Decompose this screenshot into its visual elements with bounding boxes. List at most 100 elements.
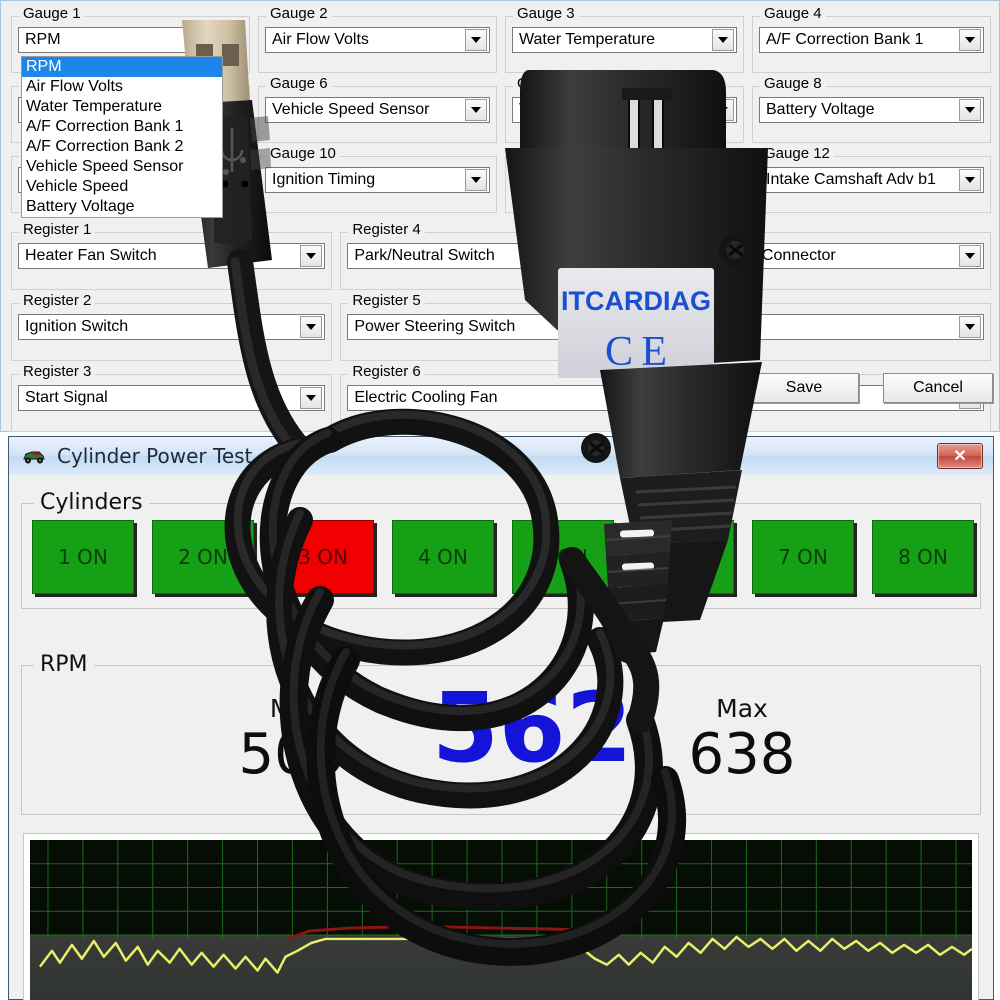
cylinder-4-button[interactable]: 4 ON [392,520,494,594]
chevron-down-icon[interactable] [959,29,981,51]
gauge-12-combobox[interactable]: Intake Camshaft Adv b1 [759,167,984,193]
register-4-combobox[interactable]: Park/Neutral Switch [347,243,655,269]
chevron-down-icon[interactable] [959,169,981,191]
gauge-4-label: Gauge 4 [760,6,826,22]
register-2-label: Register 2 [19,293,96,309]
register-1-group: Register 1 Heater Fan Switch [11,222,333,290]
rpm-readout: Min 500 562 Max 638 [22,666,980,814]
register-5-value: Power Steering Switch [354,318,516,335]
gauge-settings-window: Gauge 1 RPM Gauge 2 Air Flow Volts Gauge… [0,0,1000,432]
register-2-combobox[interactable]: Ignition Switch [18,314,326,340]
gauge-7-label: Gauge 7 [513,76,579,92]
register-7-value: Test Mode Connector [683,247,836,264]
gauge-1-combobox[interactable]: RPM [18,27,243,53]
gauge-1-dropdown-list[interactable]: RPM Air Flow Volts Water Temperature A/F… [21,56,223,218]
window-title: Cylinder Power Test [57,444,253,468]
gauge-11-value: Intake Air Temperature [519,171,680,188]
gauge-8-value: Battery Voltage [766,101,875,118]
rpm-max-value: 638 [688,722,796,787]
rpm-min-block: Min 500 [192,694,392,787]
chevron-down-icon[interactable] [959,99,981,121]
gauge-6-value: Vehicle Speed Sensor [272,101,430,118]
gauge-2-combobox[interactable]: Air Flow Volts [265,27,490,53]
gauge-10-label: Gauge 10 [266,146,340,162]
chevron-down-icon[interactable] [300,316,323,338]
rpm-current-block: 562 [432,676,632,780]
gauge-3-label: Gauge 3 [513,6,579,22]
gauge-4-combobox[interactable]: A/F Correction Bank 1 [759,27,984,53]
register-8-group: Register 8 A/C Switch [669,293,991,361]
dropdown-option-vehicle-speed[interactable]: Vehicle Speed [22,177,222,197]
gauge-7-combobox[interactable]: Vehicle Speed [512,97,737,123]
settings-button-row: Save Cancel [1,373,1000,407]
cylinder-2-button[interactable]: 2 ON [152,520,254,594]
gauge-6-combobox[interactable]: Vehicle Speed Sensor [265,97,490,123]
rpm-max-label: Max [716,694,768,723]
register-8-value: A/C Switch [683,318,762,335]
rpm-graph-panel [23,833,979,1000]
chevron-down-icon[interactable] [712,29,734,51]
gauge-10-combobox[interactable]: Ignition Timing [265,167,490,193]
screenshot-root: Gauge 1 RPM Gauge 2 Air Flow Volts Gauge… [0,0,1000,1000]
chevron-down-icon[interactable] [465,29,487,51]
register-7-group: Register 7 Test Mode Connector [669,222,991,290]
gauge-11-label: Gauge 11 [513,146,586,162]
cylinder-power-test-window: Cylinder Power Test ✕ Cylinders 1 ON 2 O… [8,436,994,1000]
gauge-2-group: Gauge 2 Air Flow Volts [258,6,497,73]
chevron-down-icon[interactable] [465,169,487,191]
dropdown-option-af-correction-bank-2[interactable]: A/F Correction Bank 2 [22,137,222,157]
cylinder-5-button[interactable]: 5 ON [512,520,614,594]
register-7-label: Register 7 [677,222,755,238]
rpm-current-value: 562 [432,672,633,784]
register-5-group: Register 5 Power Steering Switch [340,293,662,361]
gauge-3-group: Gauge 3 Water Temperature [505,6,744,73]
cylinder-6-button[interactable]: 6 ON [632,520,734,594]
register-1-combobox[interactable]: Heater Fan Switch [18,243,326,269]
cylinder-power-test-body: Cylinders 1 ON 2 ON 3 ON 4 ON 5 ON 6 ON … [9,475,993,1000]
cylinder-8-button[interactable]: 8 ON [872,520,974,594]
gauge-7-group: Gauge 7 Vehicle Speed [505,76,744,143]
dropdown-option-rpm[interactable]: RPM [22,57,222,77]
close-icon[interactable]: ✕ [937,443,983,469]
rpm-group: RPM Min 500 562 Max 638 [21,652,981,815]
chevron-down-icon[interactable] [712,99,734,121]
register-8-combobox[interactable]: A/C Switch [676,314,984,340]
chevron-down-icon[interactable] [629,316,652,338]
dropdown-option-vehicle-speed-sensor[interactable]: Vehicle Speed Sensor [22,157,222,177]
save-button[interactable]: Save [749,373,859,403]
cylinder-3-button[interactable]: 3 ON [272,520,374,594]
register-4-label: Register 4 [348,222,425,238]
chevron-down-icon[interactable] [959,245,981,267]
gauge-1-value: RPM [25,31,61,48]
gauge-12-label: Gauge 12 [760,146,834,162]
gauge-7-value: Vehicle Speed [519,101,622,118]
gauge-8-label: Gauge 8 [760,76,826,92]
chevron-down-icon[interactable] [465,99,487,121]
chevron-down-icon[interactable] [712,169,734,191]
register-7-combobox[interactable]: Test Mode Connector [676,243,984,269]
gauge-3-combobox[interactable]: Water Temperature [512,27,737,53]
gauge-11-combobox[interactable]: Intake Air Temperature [512,167,737,193]
dropdown-option-battery-voltage[interactable]: Battery Voltage [22,197,222,217]
gauge-8-group: Gauge 8 Battery Voltage [752,76,991,143]
dropdown-option-water-temperature[interactable]: Water Temperature [22,97,222,117]
rpm-graph [30,840,972,1000]
dropdown-option-af-correction-bank-1[interactable]: A/F Correction Bank 1 [22,117,222,137]
chevron-down-icon[interactable] [629,245,652,267]
register-5-label: Register 5 [348,293,425,309]
dropdown-option-air-flow-volts[interactable]: Air Flow Volts [22,77,222,97]
cylinder-1-button[interactable]: 1 ON [32,520,134,594]
cancel-button[interactable]: Cancel [883,373,993,403]
cylinder-power-test-titlebar[interactable]: Cylinder Power Test ✕ [9,437,993,476]
register-5-combobox[interactable]: Power Steering Switch [347,314,655,340]
gauge-11-group: Gauge 11 Intake Air Temperature [505,146,744,213]
cylinder-7-button[interactable]: 7 ON [752,520,854,594]
register-2-value: Ignition Switch [25,318,129,335]
register-4-value: Park/Neutral Switch [354,247,495,264]
chevron-down-icon[interactable] [300,245,323,267]
rpm-min-label: Min [269,694,315,723]
gauge-2-value: Air Flow Volts [272,31,369,48]
gauge-8-combobox[interactable]: Battery Voltage [759,97,984,123]
chevron-down-icon[interactable] [959,316,981,338]
register-4-group: Register 4 Park/Neutral Switch [340,222,662,290]
